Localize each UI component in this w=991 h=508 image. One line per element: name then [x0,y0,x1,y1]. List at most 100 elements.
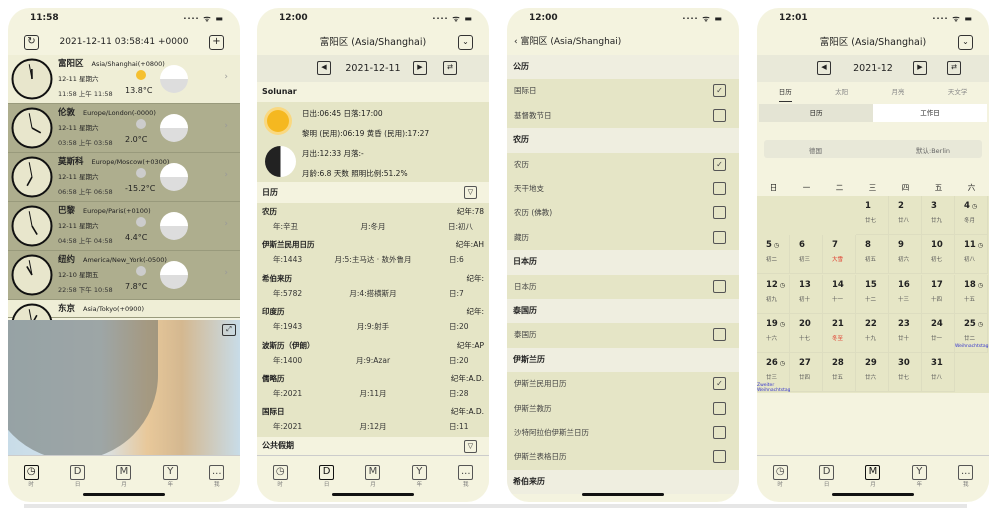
chevron-right-icon[interactable]: › [224,121,228,131]
chevron-right-icon[interactable]: › [224,268,228,278]
checkbox[interactable] [713,450,726,464]
calendar-option[interactable]: 天干地支 [507,177,739,202]
day-cell[interactable]: 10 初七 [922,235,955,275]
tab-0[interactable]: ◷ 时 [765,456,795,488]
day-cell[interactable]: 15 十二 [856,274,889,314]
expand-icon[interactable]: ⤢ [222,324,236,336]
filter-icon[interactable]: ▽ [464,440,477,453]
tab-3[interactable]: Y年 [404,456,434,488]
tab-3[interactable]: 天文学 [948,82,968,102]
day-cell[interactable]: 7 大雪 [823,235,856,275]
day-cell[interactable]: 3 廿九 [922,196,955,235]
day-cell[interactable]: 11 ◷ 初八 [955,235,988,275]
next-icon[interactable]: ▶ [913,61,927,75]
day-cell[interactable]: 5 ◷ 初二 [757,235,790,275]
day-cell[interactable]: 18 ◷ 十五 [955,274,988,314]
tab-1[interactable]: D日 [312,456,342,488]
day-cell[interactable]: 8 初五 [856,235,889,275]
checkbox[interactable] [713,426,726,439]
day-cell[interactable]: 16 十三 [889,274,922,314]
tab-2[interactable]: M月 [858,456,888,488]
clock-row[interactable]: 伦敦 Europe/London(-0000) 12-11 星期六 03:58 上午 … [8,104,240,153]
day-cell[interactable]: 2 廿八 [889,196,922,235]
day-cell[interactable]: 6 初三 [790,235,823,275]
day-cell[interactable]: 1 廿七 [856,196,889,235]
checkbox[interactable] [713,328,726,342]
clock-row[interactable]: 富阳区 Asia/Shanghai(+0800) 12-11 星期六 11:58 上午… [8,55,240,104]
day-cell[interactable]: 9 初六 [889,235,922,275]
tab-3[interactable]: Y年 [155,456,185,488]
calendar-option[interactable]: 农历 (佛教) [507,201,739,226]
checkbox-checked[interactable]: ✓ [713,377,726,391]
checkbox[interactable] [713,230,726,244]
segment-workday[interactable]: 工作日 [873,104,987,122]
calendar-option[interactable]: 日本历 [507,274,739,299]
day-cell[interactable]: 21 冬至 [823,313,856,353]
calendar-option[interactable]: 藏历 [507,225,739,251]
tab-0[interactable]: ◷ 时 [265,456,295,488]
clock-row[interactable]: 纽约 America/New_York(-0500) 12-10 星期五 22:58 … [8,251,240,300]
calendar-option[interactable]: 伊斯兰教历 [507,396,739,421]
prev-icon[interactable]: ◀ [317,61,331,75]
day-cell[interactable]: 4 ◷ 冬月 [955,196,988,235]
checkbox-checked[interactable]: ✓ [713,84,726,98]
tab-1[interactable]: 太阳 [835,82,848,102]
day-cell[interactable]: 26 ◷ 廿三 Zweiter Weihnachtstag [757,353,790,393]
day-cell[interactable]: 24 廿一 [922,313,955,353]
chevron-right-icon[interactable]: › [224,219,228,229]
calendar-option[interactable]: 伊斯兰民用日历 ✓ [507,372,739,397]
tab-2[interactable]: M月 [109,456,139,488]
chevron-down-icon[interactable]: ⌄ [958,35,973,50]
next-icon[interactable]: ▶ [413,61,427,75]
clock-row[interactable]: 东京 Asia/Tokyo(+0900) [8,300,240,345]
tab-3[interactable]: Y年 [904,456,934,488]
prev-icon[interactable]: ◀ [817,61,831,75]
sync-icon[interactable]: ⇄ [443,61,457,75]
day-cell[interactable]: 27 廿四 [790,353,823,393]
checkbox[interactable] [713,401,726,415]
tab-4[interactable]: ... 我 [951,456,981,488]
day-cell[interactable]: 22 十九 [856,313,889,353]
tab-0[interactable]: ◷ 时 [16,456,46,488]
tab-2[interactable]: M月 [358,456,388,488]
checkbox[interactable] [713,182,726,195]
checkbox[interactable] [713,108,726,122]
clock-row[interactable]: 巴黎 Europe/Paris(+0100) 12-11 星期六 04:58 上午 0… [8,202,240,251]
day-cell[interactable]: 23 廿十 [889,313,922,353]
segment-calendar[interactable]: 日历 [759,104,873,122]
tab-4[interactable]: ... 我 [451,456,481,488]
calendar-option[interactable]: 基督教节日 [507,103,739,129]
calendar-option[interactable]: 国际日 ✓ [507,79,739,104]
clock-row[interactable]: 莫斯科 Europe/Moscow(+0300) 12-11 星期六 06:58 上午… [8,153,240,202]
tab-0[interactable]: 日历 [778,82,792,102]
add-icon[interactable]: + [209,35,224,50]
sync-icon[interactable]: ⇄ [947,61,961,75]
refresh-icon[interactable]: ↻ [24,35,39,50]
chevron-right-icon[interactable]: › [224,170,228,180]
calendar-option[interactable]: 沙特阿拉伯伊斯兰日历 [507,421,739,446]
bottom-scrollbar[interactable] [24,504,967,508]
calendar-option[interactable]: 伊斯兰表格日历 [507,445,739,470]
calendar-option[interactable]: 农历 ✓ [507,152,739,177]
back-title[interactable]: 富阳区 (Asia/Shanghai) [520,37,621,47]
day-cell[interactable]: 31 廿八 [922,353,955,393]
day-cell[interactable]: 12 ◷ 初九 [757,274,790,314]
chevron-right-icon[interactable]: › [224,72,228,82]
calendar-option[interactable]: 泰国历 [507,323,739,348]
day-cell[interactable]: 28 廿五 [823,353,856,393]
tab-4[interactable]: ... 我 [202,456,232,488]
checkbox-checked[interactable]: ✓ [713,157,726,171]
day-cell[interactable]: 20 十七 [790,313,823,353]
checkbox[interactable] [713,206,726,220]
day-cell[interactable]: 13 初十 [790,274,823,314]
region-picker[interactable]: 德国 默认:Berlin [764,140,982,158]
chevron-down-icon[interactable]: ⌄ [458,35,473,50]
tab-1[interactable]: D日 [63,456,93,488]
day-cell[interactable]: 30 廿七 [889,353,922,393]
day-cell[interactable]: 19 ◷ 十六 [757,313,790,353]
day-cell[interactable]: 17 十四 [922,274,955,314]
tab-2[interactable]: 月亮 [891,82,904,102]
header[interactable]: ‹ 富阳区 (Asia/Shanghai) [507,30,739,55]
day-cell[interactable]: 25 ◷ 廿二 Weihnachtstag [955,313,988,353]
tab-1[interactable]: D日 [812,456,842,488]
